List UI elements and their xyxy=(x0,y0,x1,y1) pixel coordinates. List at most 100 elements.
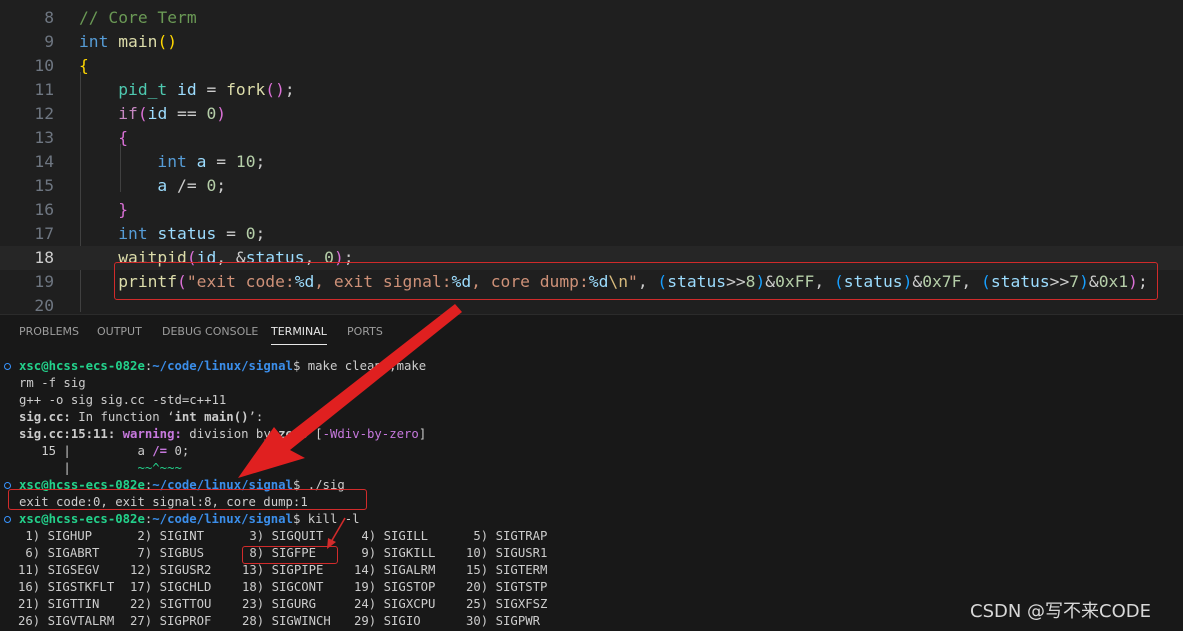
signal-entry: 11) SIGSEGV xyxy=(18,563,100,577)
code-line[interactable]: 14 int a = 10; xyxy=(0,150,1183,174)
signal-entry: 17) SIGCHLD xyxy=(130,580,212,594)
code-token: id xyxy=(147,104,168,123)
line-number: 19 xyxy=(34,272,54,291)
terminal-token: rm -f sig xyxy=(19,376,86,390)
code-text: int status = 0; xyxy=(79,222,265,246)
line-number: 18 xyxy=(34,248,54,267)
terminal-output-line: g++ -o sig sig.cc -std=c++11 xyxy=(19,392,226,409)
line-number: 10 xyxy=(34,56,54,75)
terminal-token: ] xyxy=(418,427,427,441)
code-line[interactable]: 15 a /= 0; xyxy=(0,174,1183,198)
code-token: = xyxy=(216,224,246,243)
tab-ports[interactable]: PORTS xyxy=(347,325,383,338)
code-token: a xyxy=(196,152,207,171)
code-token: == xyxy=(167,104,207,123)
code-token: { xyxy=(118,128,129,147)
code-token: /= xyxy=(167,176,207,195)
code-text: int main() xyxy=(79,30,177,54)
code-token: ; xyxy=(284,80,295,99)
line-number: 9 xyxy=(44,32,54,51)
code-text: pid_t id = fork(); xyxy=(79,78,295,102)
code-token: // Core Term xyxy=(79,8,197,27)
code-line[interactable]: 8 // Core Term xyxy=(0,6,1183,30)
signal-entry: 2) SIGINT xyxy=(130,529,205,543)
code-token: 10 xyxy=(235,152,256,171)
signal-entry: 26) SIGVTALRM xyxy=(18,614,115,628)
watermark: CSDN @写不来CODE xyxy=(970,601,1152,622)
signal-entry: 4) SIGILL xyxy=(354,529,429,543)
terminal-token: int main() xyxy=(174,410,249,424)
code-token: ; xyxy=(255,152,266,171)
signal-entry: 6) SIGABRT xyxy=(18,546,100,560)
code-token: = xyxy=(196,80,227,99)
line-number: 14 xyxy=(34,152,54,171)
code-token: if xyxy=(118,104,138,123)
code-line[interactable]: 16 } xyxy=(0,198,1183,222)
signal-entry: 28) SIGWINCH xyxy=(242,614,331,628)
signal-entry: 25) SIGXFSZ xyxy=(466,597,548,611)
tab-problems[interactable]: PROBLEMS xyxy=(19,325,79,338)
terminal-output-line: rm -f sig xyxy=(19,375,86,392)
terminal-output-line: sig.cc: In function ‘int main()’: xyxy=(19,409,263,426)
signal-entry: 19) SIGSTOP xyxy=(354,580,436,594)
signal-entry: 13) SIGPIPE xyxy=(242,563,324,577)
code-line[interactable]: 11 pid_t id = fork(); xyxy=(0,78,1183,102)
terminal-token: /= xyxy=(152,444,168,458)
terminal-token: warning: xyxy=(122,427,182,441)
code-line[interactable]: 12 if(id == 0) xyxy=(0,102,1183,126)
terminal-token: $ make clean ;make xyxy=(292,359,427,373)
terminal-token: xsc@hcss-ecs-082e xyxy=(19,512,145,526)
code-token: ) xyxy=(216,104,227,123)
tab-debug-console[interactable]: DEBUG CONSOLE xyxy=(162,325,258,338)
signal-entry: 15) SIGTERM xyxy=(466,563,548,577)
code-line[interactable]: 10 { xyxy=(0,54,1183,78)
terminal-token: xsc@hcss-ecs-082e xyxy=(19,359,145,373)
terminal-token: $ kill -l xyxy=(292,512,360,526)
signal-entry: 23) SIGURG xyxy=(242,597,317,611)
code-line[interactable]: 13 { xyxy=(0,126,1183,150)
code-text: if(id == 0) xyxy=(79,102,226,126)
code-token: a xyxy=(157,176,168,195)
terminal-token: g++ -o sig sig.cc -std=c++11 xyxy=(19,393,227,407)
terminal-token: | xyxy=(19,461,138,475)
line-number: 13 xyxy=(34,128,54,147)
terminal-output-line: 15 | a /= 0; xyxy=(19,443,189,460)
signal-entry: 10) SIGUSR1 xyxy=(466,546,548,560)
code-token: } xyxy=(118,200,129,219)
code-token: ( xyxy=(137,104,148,123)
signal-entry: 5) SIGTRAP xyxy=(466,529,548,543)
code-line[interactable]: 17 int status = 0; xyxy=(0,222,1183,246)
tab-terminal[interactable]: TERMINAL xyxy=(271,325,327,345)
line-number: 20 xyxy=(34,296,54,314)
code-token: () xyxy=(157,32,178,51)
prompt-status-icon xyxy=(4,363,11,370)
code-line[interactable]: 9 int main() xyxy=(0,30,1183,54)
terminal-token: ~~^~~~ xyxy=(137,461,182,475)
terminal-token: division by xyxy=(181,427,279,441)
tab-output[interactable]: OUTPUT xyxy=(97,325,142,338)
line-number: 15 xyxy=(34,176,54,195)
code-token: 0 xyxy=(206,104,217,123)
code-text: int a = 10; xyxy=(79,150,265,174)
code-text: // Core Term xyxy=(79,6,197,30)
code-token: int xyxy=(79,32,109,51)
code-token: { xyxy=(79,56,89,75)
terminal-token: In function ‘ xyxy=(70,410,175,424)
code-text: a /= 0; xyxy=(79,174,226,198)
signal-entry: 7) SIGBUS xyxy=(130,546,205,560)
signal-entry: 18) SIGCONT xyxy=(242,580,324,594)
terminal-token: 15 | a xyxy=(19,444,153,458)
signal-entry: 12) SIGUSR2 xyxy=(130,563,212,577)
prompt-status-icon xyxy=(4,482,11,489)
